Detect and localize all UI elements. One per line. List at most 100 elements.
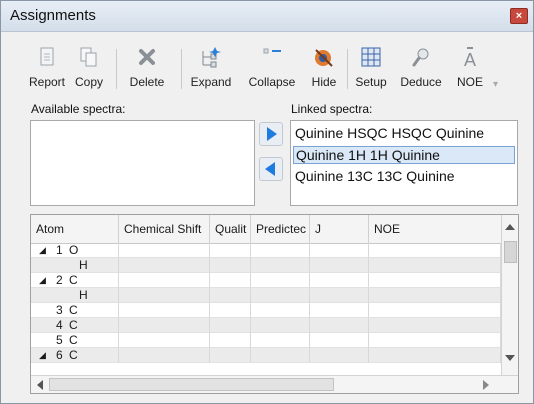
- table-cell[interactable]: [119, 258, 210, 273]
- table-row[interactable]: 3C: [31, 303, 501, 318]
- column-header-quality[interactable]: Qualit: [210, 215, 251, 243]
- atom-index: 1: [56, 243, 63, 257]
- report-button[interactable]: Report: [26, 41, 68, 89]
- atom-element: C: [69, 273, 78, 287]
- table-cell[interactable]: [31, 258, 119, 273]
- link-spectrum-button[interactable]: [259, 122, 283, 146]
- scroll-thumb[interactable]: [504, 241, 517, 263]
- table-cell[interactable]: [251, 288, 310, 303]
- table-cell[interactable]: [369, 348, 501, 363]
- linked-spectrum-item-selected[interactable]: Quinine 1H 1H Quinine: [293, 146, 515, 164]
- deduce-button[interactable]: Deduce: [398, 41, 444, 89]
- table-cell[interactable]: [119, 333, 210, 348]
- column-header-chemical-shift[interactable]: Chemical Shift: [119, 215, 210, 243]
- column-header-j[interactable]: J: [310, 215, 369, 243]
- table-cell[interactable]: [210, 273, 251, 288]
- copy-button[interactable]: Copy: [71, 41, 107, 89]
- copy-icon: [80, 47, 97, 67]
- table-cell[interactable]: [119, 303, 210, 318]
- table-cell[interactable]: [251, 258, 310, 273]
- table-cell[interactable]: [251, 348, 310, 363]
- table-cell[interactable]: [210, 258, 251, 273]
- expand-toggle-icon[interactable]: ◢: [39, 273, 46, 288]
- table-cell[interactable]: [310, 348, 369, 363]
- horizontal-scrollbar[interactable]: [31, 375, 518, 393]
- table-cell[interactable]: [119, 273, 210, 288]
- scroll-down-arrow-icon[interactable]: [505, 355, 515, 361]
- linked-spectra-list[interactable]: Quinine HSQC HSQC Quinine Quinine 1H 1H …: [290, 120, 518, 206]
- table-cell[interactable]: [369, 288, 501, 303]
- unlink-spectrum-button[interactable]: [259, 157, 283, 181]
- table-cell[interactable]: [119, 243, 210, 258]
- table-cell[interactable]: [251, 318, 310, 333]
- table-cell[interactable]: [310, 333, 369, 348]
- table-row[interactable]: ◢ 1 O: [31, 243, 501, 258]
- expand-button[interactable]: Expand: [189, 41, 233, 89]
- table-cell[interactable]: [251, 243, 310, 258]
- table-cell[interactable]: [251, 303, 310, 318]
- table-cell[interactable]: [310, 258, 369, 273]
- table-cell[interactable]: [369, 273, 501, 288]
- table-row[interactable]: H: [31, 288, 501, 303]
- scroll-left-arrow-icon[interactable]: [37, 380, 43, 390]
- table-cell[interactable]: [310, 288, 369, 303]
- table-cell[interactable]: [310, 303, 369, 318]
- report-icon: [40, 47, 54, 66]
- column-header-noe[interactable]: NOE: [369, 215, 501, 243]
- collapse-button[interactable]: Collapse: [244, 41, 300, 89]
- table-cell[interactable]: [251, 333, 310, 348]
- collapse-label: Collapse: [248, 75, 296, 89]
- available-spectra-list[interactable]: [30, 120, 255, 206]
- column-header-atom[interactable]: Atom: [31, 215, 119, 243]
- table-cell[interactable]: [369, 303, 501, 318]
- vertical-scrollbar[interactable]: [501, 215, 518, 375]
- table-cell[interactable]: [210, 303, 251, 318]
- table-cell[interactable]: [210, 288, 251, 303]
- report-label: Report: [28, 75, 66, 89]
- table-cell[interactable]: [369, 318, 501, 333]
- noe-button[interactable]: A NOE: [453, 41, 487, 89]
- table-row[interactable]: ◢ 6 C: [31, 348, 501, 363]
- table-row[interactable]: ◢ 2 C: [31, 273, 501, 288]
- table-row[interactable]: 5C: [31, 333, 501, 348]
- table-cell[interactable]: [310, 273, 369, 288]
- hide-icon: [315, 49, 333, 67]
- atom-index: 6: [56, 348, 63, 362]
- setup-button[interactable]: Setup: [352, 41, 390, 89]
- table-cell[interactable]: [210, 348, 251, 363]
- table-cell[interactable]: [31, 288, 119, 303]
- delete-button[interactable]: Delete: [125, 41, 169, 89]
- hide-button[interactable]: Hide: [307, 41, 341, 89]
- close-icon[interactable]: ×: [510, 8, 528, 24]
- table-cell[interactable]: [310, 318, 369, 333]
- table-row[interactable]: 4C: [31, 318, 501, 333]
- svg-text:A: A: [464, 50, 476, 69]
- scroll-up-arrow-icon[interactable]: [505, 224, 515, 230]
- column-header-predicted[interactable]: Predictec: [251, 215, 310, 243]
- arrow-right-icon: [267, 127, 277, 141]
- table-row[interactable]: H: [31, 258, 501, 273]
- table-cell[interactable]: [210, 333, 251, 348]
- atom-index: 4: [56, 318, 63, 332]
- toolbar: Report Copy Delete Expand Collapse Hide …: [29, 41, 519, 99]
- noe-label: NOE: [456, 75, 483, 89]
- expand-toggle-icon[interactable]: ◢: [39, 243, 46, 258]
- expand-toggle-icon[interactable]: ◢: [39, 348, 46, 363]
- table-cell[interactable]: [369, 258, 501, 273]
- table-cell[interactable]: [119, 348, 210, 363]
- table-cell[interactable]: [210, 318, 251, 333]
- toolbar-overflow-chevron-icon[interactable]: ▾: [493, 79, 498, 90]
- linked-spectrum-item[interactable]: Quinine HSQC HSQC Quinine: [295, 125, 484, 141]
- table-cell[interactable]: [369, 333, 501, 348]
- table-cell[interactable]: [310, 243, 369, 258]
- table-cell[interactable]: [210, 243, 251, 258]
- atom-index: 2: [56, 273, 63, 287]
- scroll-thumb-horizontal[interactable]: [49, 378, 334, 391]
- table-cell[interactable]: [119, 318, 210, 333]
- assignment-table[interactable]: Atom Chemical Shift Qualit Predictec J N…: [30, 214, 519, 394]
- table-cell[interactable]: [119, 288, 210, 303]
- table-cell[interactable]: [251, 273, 310, 288]
- table-cell[interactable]: [369, 243, 501, 258]
- scroll-right-arrow-icon[interactable]: [483, 380, 489, 390]
- linked-spectrum-item[interactable]: Quinine 13C 13C Quinine: [295, 168, 455, 184]
